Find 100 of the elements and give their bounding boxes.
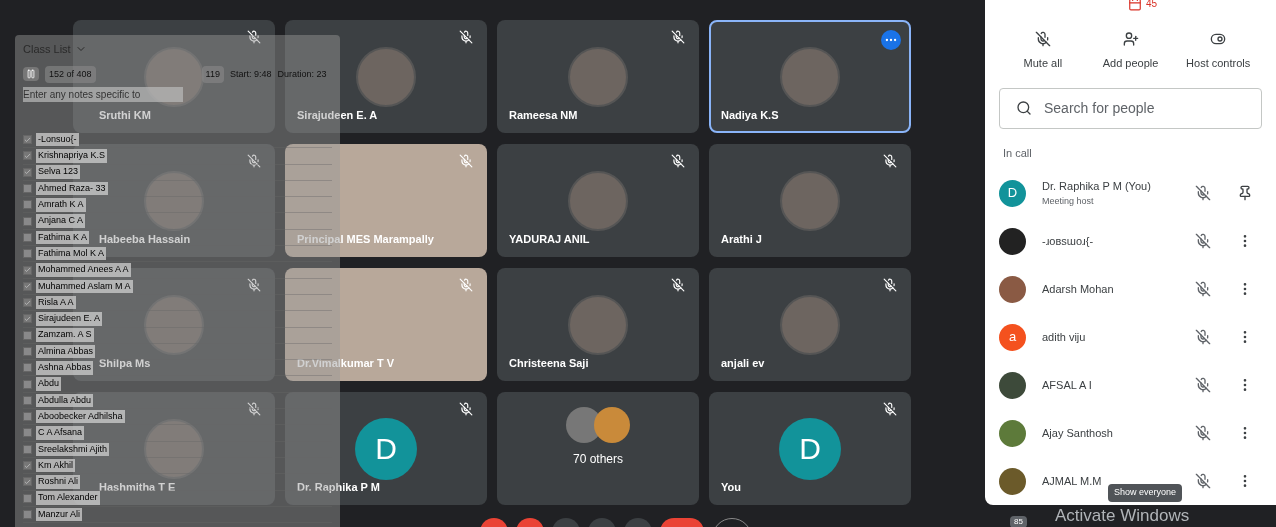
toggle-icon	[1210, 31, 1227, 47]
mic-off-icon	[1195, 233, 1211, 249]
mic-off-icon	[1195, 377, 1211, 393]
participant-name: Sruthi KM	[99, 107, 151, 123]
student-name: Risla A A	[36, 295, 76, 310]
panel-action-button[interactable]: Host controls	[1174, 31, 1262, 72]
participant-name: YADURAJ ANIL	[509, 231, 590, 247]
student-name: Aboobecker Adhilsha	[36, 409, 125, 424]
student-name: Selva 123	[36, 165, 81, 179]
section-label: In call	[1003, 145, 1033, 161]
notes-field[interactable]: Enter any notes specific to	[23, 87, 183, 102]
attendance-checkbox[interactable]	[23, 232, 32, 242]
student-name: Fathima Mol K A	[36, 246, 107, 261]
letter-avatar: D	[999, 179, 1026, 207]
pin-button[interactable]	[1237, 185, 1253, 201]
attendance-checkbox[interactable]	[23, 509, 32, 519]
attendance-checkbox[interactable]	[23, 151, 32, 161]
participant-name: Habeeba Hassain	[99, 231, 191, 247]
person-name: Dr. Raphika P M (You)	[1042, 179, 1152, 194]
attendance-checkbox[interactable]	[23, 216, 32, 226]
attendance-checkbox[interactable]	[23, 444, 32, 454]
attendance-checkbox[interactable]	[23, 135, 32, 145]
student-name: Abdulla Abdu	[36, 393, 94, 408]
attendance-checkbox[interactable]	[23, 200, 32, 210]
letter-avatar: D	[779, 417, 841, 480]
person-name: adith viju	[1042, 329, 1087, 345]
attendance-checkbox[interactable]	[23, 477, 32, 487]
count-text: 45	[1145, 0, 1158, 11]
os-activation-notice: Activate Windows	[1055, 505, 1190, 527]
participant-count-badge: 85	[1010, 516, 1027, 527]
letter-avatar: D	[355, 417, 417, 480]
student-name: Amrath K A	[36, 198, 86, 212]
attendance-checkbox[interactable]	[23, 428, 32, 438]
attendance-checkbox[interactable]	[23, 330, 32, 340]
start-time: Start: 9:48	[229, 67, 272, 81]
attendance-checkbox[interactable]	[23, 461, 32, 471]
participant-name: Principal MES Marampally	[297, 231, 434, 247]
student-name: -Lonsuo{-	[36, 132, 79, 147]
add-person-icon	[1122, 31, 1139, 47]
student-name: Fathima K A	[36, 230, 90, 245]
search-field[interactable]: Search for people	[999, 87, 1262, 129]
panel-action-button[interactable]: Mute all	[999, 31, 1087, 72]
attendance-checkbox[interactable]	[23, 395, 32, 405]
mic-off-icon	[1195, 425, 1211, 441]
participant-name: Christeena Saji	[509, 355, 589, 371]
mic-off-icon	[1195, 185, 1211, 201]
participant-name: Nadiya K.S	[721, 107, 779, 123]
attendance-checkbox[interactable]	[23, 493, 32, 503]
attendance-checkbox[interactable]	[23, 363, 32, 373]
person-name: -ɹoʙsɯoɹ{-	[1042, 233, 1095, 249]
person-name: Ajay Santhosh	[1042, 425, 1114, 441]
person-name: AJMAL M.M	[1042, 473, 1103, 489]
student-name: Sirajudeen E. A	[36, 312, 103, 326]
student-name: Muhammed Aslam M A	[36, 279, 133, 294]
letter-avatar: a	[999, 323, 1026, 351]
participant-name: You	[721, 479, 741, 495]
participant-name: Rameesa NM	[509, 107, 578, 123]
student-name: Krishnapriya K.S	[36, 149, 108, 163]
attendance-checkbox[interactable]	[23, 184, 32, 194]
calendar-icon	[1127, 0, 1142, 11]
student-name: C A Afsana	[36, 426, 85, 440]
student-name: Zamzam. A S	[36, 328, 94, 342]
mic-off-icon	[1195, 329, 1211, 345]
person-name: Adarsh Mohan	[1042, 281, 1115, 297]
person-name: AFSAL A I	[1042, 377, 1093, 393]
mic-off-icon	[1195, 281, 1211, 297]
more-options-button[interactable]	[881, 30, 901, 50]
search-icon	[1016, 100, 1032, 116]
participant-name: Shilpa Ms	[99, 355, 151, 371]
attendance-checkbox[interactable]	[23, 379, 32, 389]
attendance-checkbox[interactable]	[23, 265, 32, 275]
participant-name: Dr. Raphika P M	[297, 479, 380, 495]
participant-name: anjali ev	[721, 355, 765, 371]
student-name: Abdu	[36, 377, 62, 391]
avatar-photo-placeholder	[594, 406, 630, 443]
student-name: Ashna Abbas	[36, 361, 94, 375]
panel-action-button[interactable]: Add people	[1086, 31, 1175, 72]
person-role: Meeting host	[1042, 194, 1095, 208]
attendance-checkbox[interactable]	[23, 314, 32, 324]
search-input[interactable]: Search for people	[1044, 97, 1244, 119]
participant-name: Dr.Vimalkumar T V	[297, 355, 394, 371]
attendance-checkbox[interactable]	[23, 298, 32, 308]
student-name: Roshni Ali	[36, 475, 81, 489]
present-count: 152 of 408	[45, 65, 96, 83]
participant-name: Sirajudeen E. A	[297, 107, 378, 123]
student-name: Ahmed Raza- 33	[36, 181, 108, 196]
attendance-checkbox[interactable]	[23, 167, 32, 177]
tooltip: Show everyone	[1108, 484, 1183, 502]
mic-off-icon	[1195, 473, 1211, 489]
attendance-checkbox[interactable]	[23, 412, 32, 422]
attendance-checkbox[interactable]	[23, 249, 32, 259]
student-name: Km Akhil	[36, 458, 75, 473]
mic-off-icon	[1034, 31, 1051, 47]
pause-button[interactable]	[23, 67, 39, 82]
student-name: Almina Abbas	[36, 344, 96, 359]
student-name: Sreelakshmi Ajith	[36, 442, 110, 457]
attendance-checkbox[interactable]	[23, 347, 32, 356]
absent-count: 119	[201, 65, 224, 83]
attendance-checkbox[interactable]	[23, 281, 32, 291]
participant-name: Hashmitha T E	[99, 479, 176, 495]
